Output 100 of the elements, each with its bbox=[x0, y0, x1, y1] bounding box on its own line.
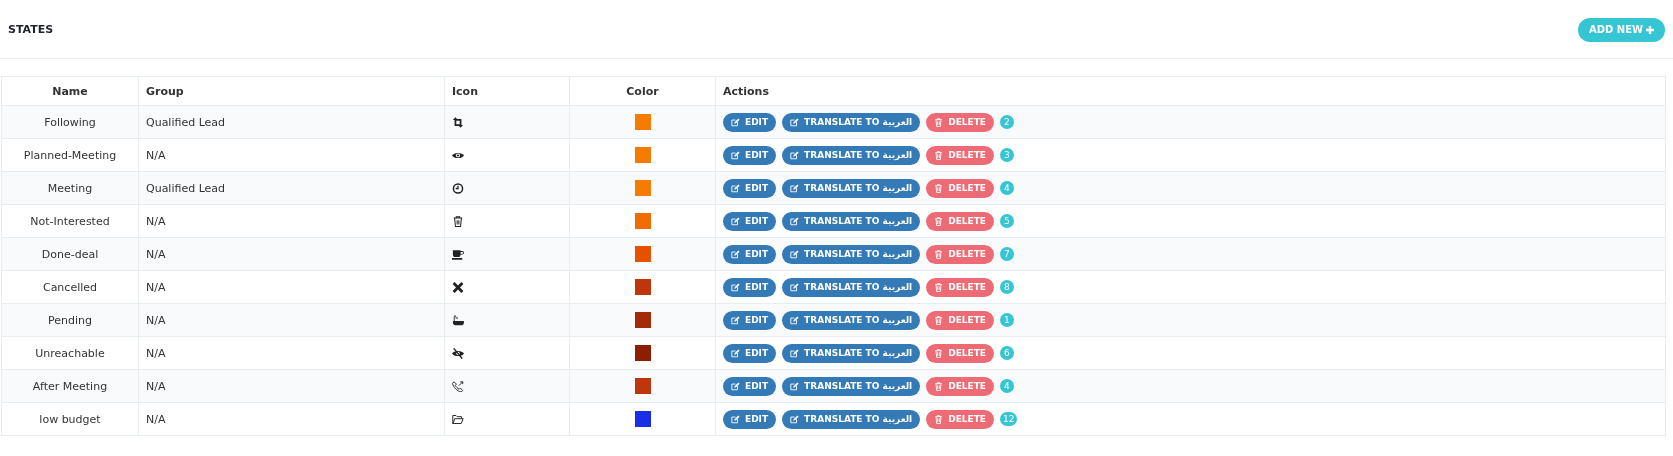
translate-button[interactable]: TRANSLATE TO العربية bbox=[782, 112, 921, 132]
table-cell: N/A bbox=[146, 412, 166, 426]
delete-button[interactable]: DELETE bbox=[926, 343, 994, 363]
edit-icon bbox=[731, 315, 740, 325]
page-title: STATES bbox=[8, 22, 54, 36]
translate-button[interactable]: TRANSLATE TO العربية bbox=[782, 376, 921, 396]
table-cell: N/A bbox=[146, 214, 166, 228]
edit-button[interactable]: EDIT bbox=[723, 343, 777, 363]
trash-icon bbox=[934, 183, 944, 193]
table-cell: low budget bbox=[39, 412, 101, 426]
translate-button[interactable]: TRANSLATE TO العربية bbox=[782, 277, 921, 297]
delete-button[interactable]: DELETE bbox=[926, 244, 994, 264]
count-badge: 2 bbox=[999, 115, 1014, 129]
edit-icon bbox=[790, 183, 800, 193]
delete-button[interactable]: DELETE bbox=[926, 211, 994, 231]
translate-button[interactable]: TRANSLATE TO العربية bbox=[782, 145, 921, 165]
table-cell: Cancelled bbox=[42, 280, 98, 294]
table-cell: Planned-Meeting bbox=[23, 148, 117, 162]
edit-button[interactable]: EDIT bbox=[723, 277, 777, 297]
count-badge: 8 bbox=[999, 280, 1014, 294]
delete-button[interactable]: DELETE bbox=[926, 310, 994, 330]
trash-icon bbox=[934, 348, 944, 358]
table-cell: N/A bbox=[146, 280, 166, 294]
edit-button[interactable]: EDIT bbox=[723, 310, 777, 330]
table-cell: N/A bbox=[146, 247, 166, 261]
table-cell: N/A bbox=[146, 313, 166, 327]
folder-icon bbox=[452, 413, 464, 425]
cup-icon bbox=[452, 248, 464, 260]
translate-button[interactable]: TRANSLATE TO العربية bbox=[782, 310, 921, 330]
edit-icon bbox=[790, 216, 800, 226]
translate-button[interactable]: TRANSLATE TO العربية bbox=[782, 343, 921, 363]
table-cell: Following bbox=[44, 115, 96, 129]
count-badge: 12 bbox=[999, 412, 1018, 426]
table-cell: Qualified Lead bbox=[146, 115, 226, 129]
edit-icon bbox=[790, 381, 800, 391]
phone-icon bbox=[452, 380, 464, 392]
edit-button[interactable]: EDIT bbox=[723, 409, 777, 429]
trash-icon bbox=[934, 315, 944, 325]
edit-icon bbox=[731, 150, 740, 160]
clock-icon bbox=[452, 182, 464, 194]
delete-button[interactable]: DELETE bbox=[926, 178, 994, 198]
edit-icon bbox=[731, 117, 740, 127]
edit-icon bbox=[731, 282, 740, 292]
table-cell: After Meeting bbox=[32, 379, 108, 393]
edit-icon bbox=[790, 249, 800, 259]
delete-button[interactable]: DELETE bbox=[926, 409, 994, 429]
edit-icon bbox=[731, 216, 740, 226]
trash-icon bbox=[934, 150, 944, 160]
edit-icon bbox=[790, 117, 800, 127]
translate-button[interactable]: TRANSLATE TO العربية bbox=[782, 409, 921, 429]
column-header: Group bbox=[146, 84, 184, 98]
close-icon bbox=[452, 281, 464, 293]
eye-slash-icon bbox=[452, 347, 464, 359]
table-cell: N/A bbox=[146, 346, 166, 360]
table-cell: N/A bbox=[146, 379, 166, 393]
plus-icon bbox=[1646, 25, 1654, 34]
count-badge: 4 bbox=[999, 379, 1014, 393]
count-badge: 5 bbox=[999, 214, 1014, 228]
count-badge: 4 bbox=[999, 181, 1014, 195]
count-badge: 6 bbox=[999, 346, 1014, 360]
delete-button[interactable]: DELETE bbox=[926, 376, 994, 396]
trash-icon bbox=[452, 215, 464, 227]
edit-icon bbox=[790, 348, 800, 358]
edit-button[interactable]: EDIT bbox=[723, 178, 777, 198]
trash-icon bbox=[934, 216, 944, 226]
edit-button[interactable]: EDIT bbox=[723, 112, 777, 132]
edit-button[interactable]: EDIT bbox=[723, 244, 777, 264]
translate-button[interactable]: TRANSLATE TO العربية bbox=[782, 244, 921, 264]
edit-icon bbox=[790, 315, 800, 325]
table-cell: Meeting bbox=[47, 181, 93, 195]
table-cell: Unreachable bbox=[35, 346, 105, 360]
edit-icon bbox=[731, 381, 740, 391]
column-header: Actions bbox=[723, 84, 769, 98]
trash-icon bbox=[934, 249, 944, 259]
trash-icon bbox=[934, 414, 944, 424]
trash-icon bbox=[934, 282, 944, 292]
edit-icon bbox=[731, 348, 740, 358]
trash-icon bbox=[934, 381, 944, 391]
table-cell: Pending bbox=[48, 313, 92, 327]
column-header: Icon bbox=[452, 84, 478, 98]
count-badge: 1 bbox=[999, 313, 1014, 327]
edit-icon bbox=[731, 183, 740, 193]
count-badge: 3 bbox=[999, 148, 1014, 162]
trash-icon bbox=[934, 117, 944, 127]
count-badge: 7 bbox=[999, 247, 1014, 261]
delete-button[interactable]: DELETE bbox=[926, 112, 994, 132]
column-header: Name bbox=[52, 84, 88, 98]
translate-button[interactable]: TRANSLATE TO العربية bbox=[782, 178, 921, 198]
edit-button[interactable]: EDIT bbox=[723, 145, 777, 165]
translate-button[interactable]: TRANSLATE TO العربية bbox=[782, 211, 921, 231]
delete-button[interactable]: DELETE bbox=[926, 277, 994, 297]
edit-icon bbox=[731, 414, 740, 424]
edit-icon bbox=[790, 414, 800, 424]
table-cell: Not-Interested bbox=[30, 214, 110, 228]
edit-button[interactable]: EDIT bbox=[723, 211, 777, 231]
edit-icon bbox=[790, 282, 800, 292]
bathtub-icon bbox=[452, 314, 464, 326]
column-header: Color bbox=[626, 84, 659, 98]
edit-button[interactable]: EDIT bbox=[723, 376, 777, 396]
delete-button[interactable]: DELETE bbox=[926, 145, 994, 165]
